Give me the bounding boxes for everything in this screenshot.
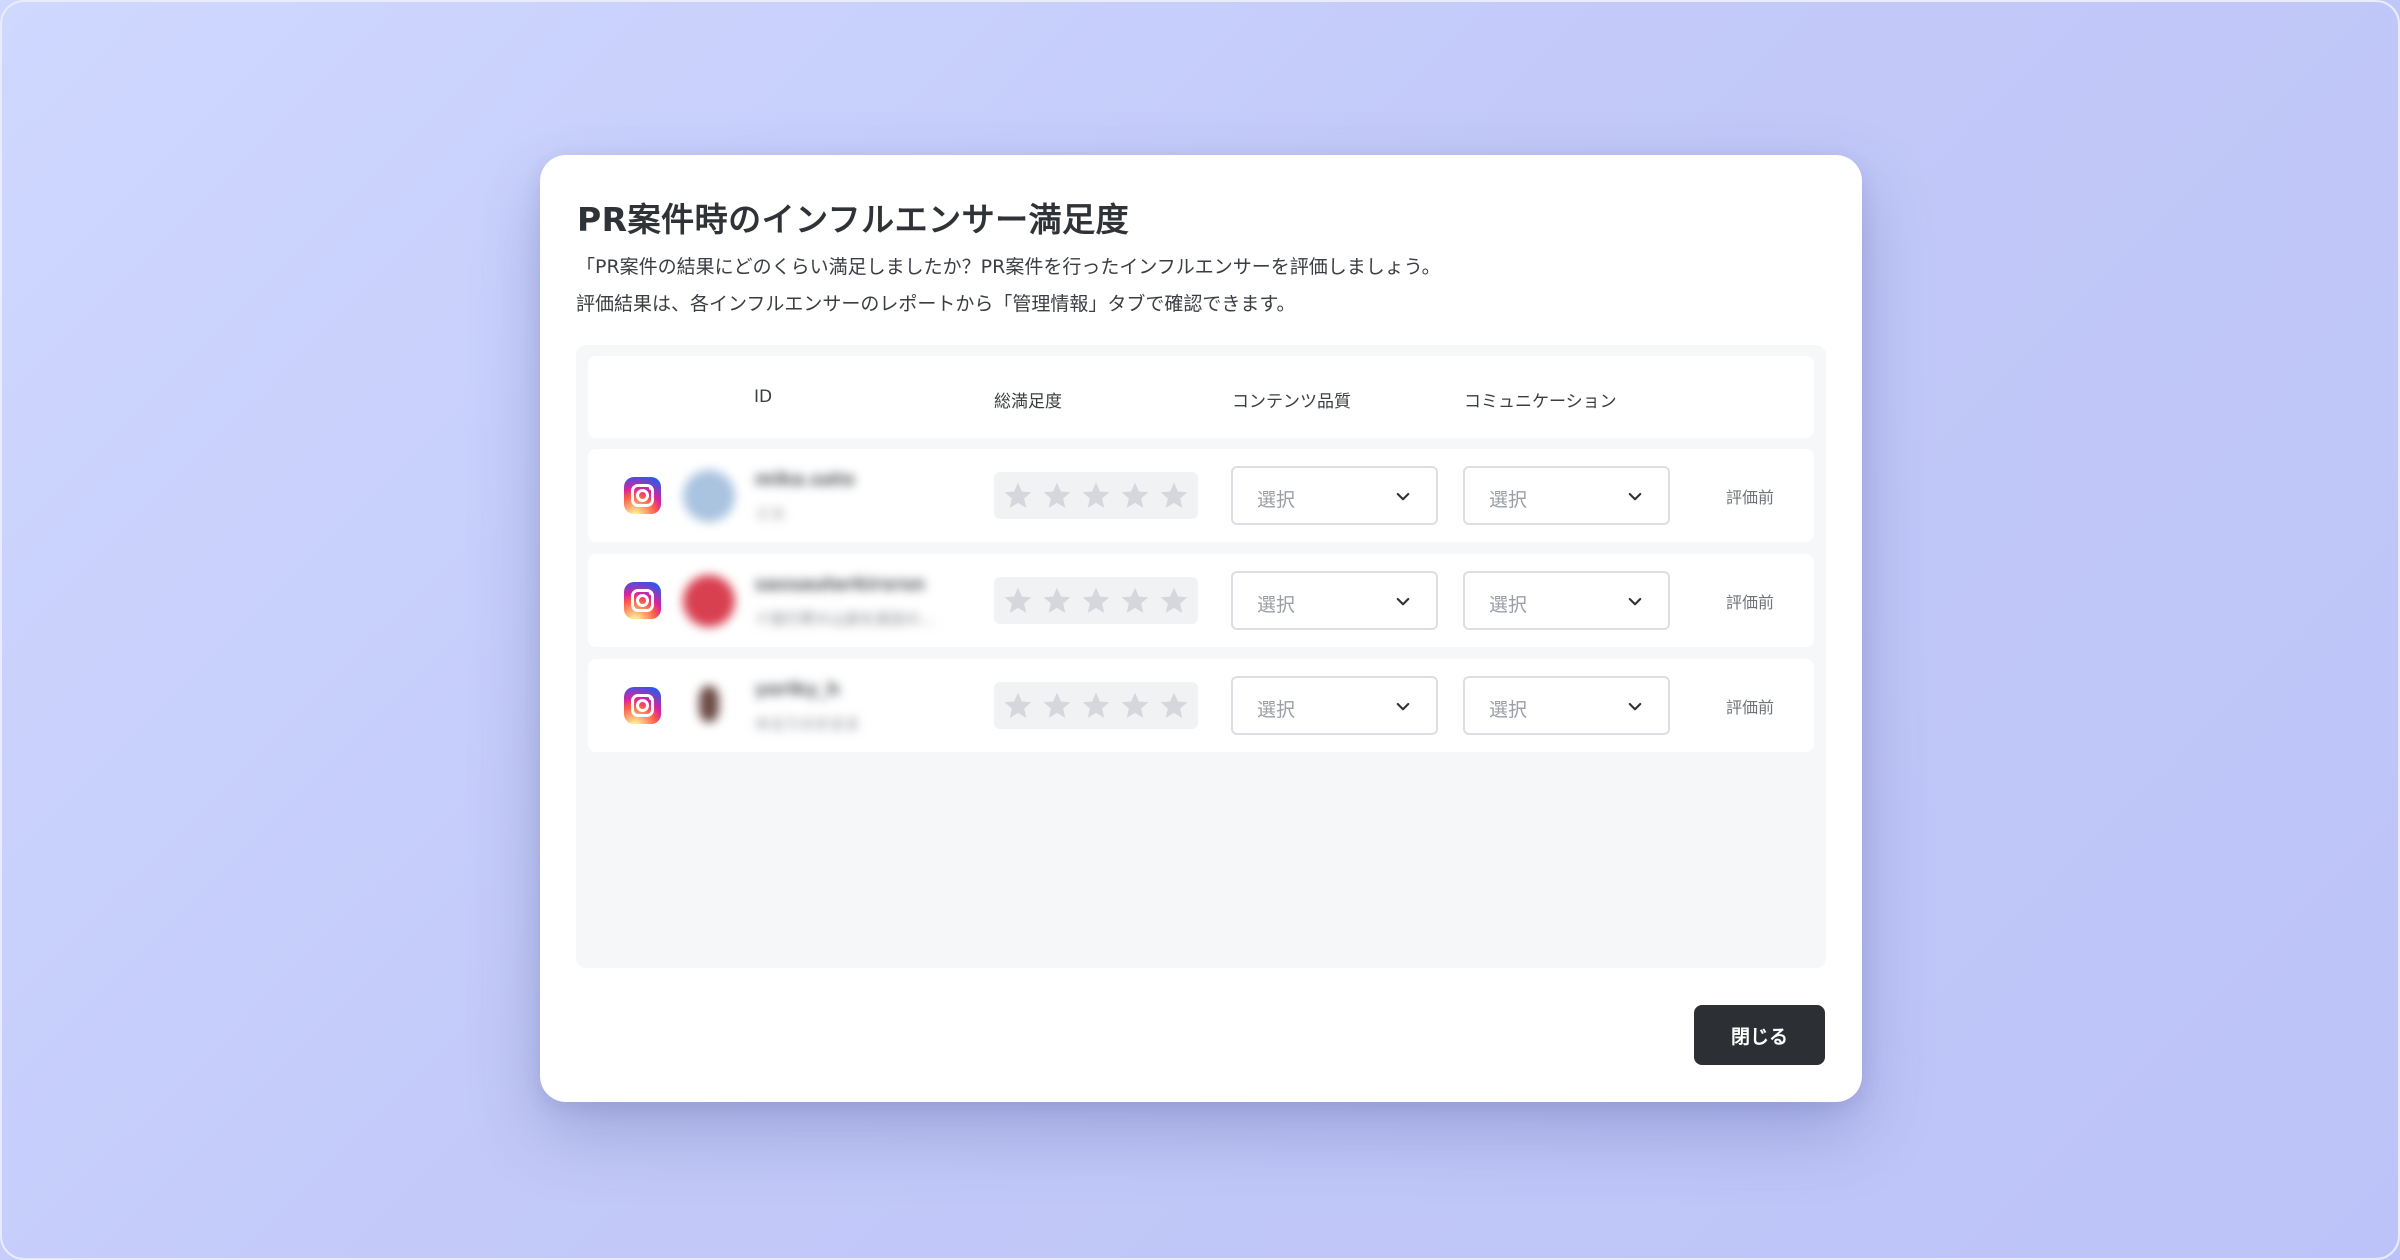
content-quality-select[interactable]: 選択: [1231, 571, 1438, 630]
status-label: 評価前: [1726, 488, 1775, 507]
header-total-satisfaction: 総満足度: [994, 392, 1062, 412]
communication-select[interactable]: 選択: [1463, 571, 1670, 630]
table-row: mika.sato ミカ 選択 選択 評価前: [588, 449, 1814, 542]
modal-description-line2: 評価結果は、各インフルエンサーのレポートから「管理情報」タブで確認できます。: [576, 293, 1296, 315]
influencer-name[interactable]: yoriky_h: [755, 679, 840, 700]
select-placeholder: 選択: [1257, 594, 1296, 616]
influencer-name[interactable]: saxsauterkirsrsn: [755, 574, 925, 595]
avatar: [683, 575, 735, 627]
star-icon[interactable]: [1041, 585, 1073, 617]
chevron-down-icon: [1394, 698, 1412, 716]
avatar: [683, 470, 735, 522]
status-label: 評価前: [1726, 698, 1775, 717]
content-quality-select[interactable]: 選択: [1231, 466, 1438, 525]
header-id: ID: [754, 387, 773, 407]
star-icon[interactable]: [1080, 585, 1112, 617]
communication-select[interactable]: 選択: [1463, 466, 1670, 525]
instagram-icon: [624, 477, 661, 514]
modal-title: PR案件時のインフルエンサー満足度: [577, 200, 1130, 239]
star-icon[interactable]: [1158, 585, 1190, 617]
star-icon[interactable]: [1002, 690, 1034, 722]
star-rating[interactable]: [994, 577, 1198, 624]
star-icon[interactable]: [1119, 690, 1151, 722]
star-icon[interactable]: [1041, 480, 1073, 512]
star-icon[interactable]: [1119, 480, 1151, 512]
chevron-down-icon: [1626, 593, 1644, 611]
table-row: yoriky_h ゆるりのきまま 選択 選択 評価前: [588, 659, 1814, 752]
evaluation-table: ID 総満足度 コンテンツ品質 コミュニケーション mika.sato ミカ 選…: [576, 345, 1826, 968]
table-header: ID 総満足度 コンテンツ品質 コミュニケーション: [588, 356, 1814, 438]
select-placeholder: 選択: [1257, 699, 1296, 721]
chevron-down-icon: [1626, 488, 1644, 506]
status-label: 評価前: [1726, 593, 1775, 612]
chevron-down-icon: [1394, 488, 1412, 506]
star-icon[interactable]: [1002, 480, 1034, 512]
select-placeholder: 選択: [1489, 699, 1528, 721]
star-rating[interactable]: [994, 682, 1198, 729]
close-button[interactable]: 閉じる: [1694, 1005, 1825, 1065]
instagram-icon: [624, 687, 661, 724]
modal-description-line1: 「PR案件の結果にどのくらい満足しましたか？PR案件を行ったインフルエンサーを評…: [576, 256, 1441, 278]
communication-select[interactable]: 選択: [1463, 676, 1670, 735]
select-placeholder: 選択: [1489, 594, 1528, 616]
star-rating[interactable]: [994, 472, 1198, 519]
satisfaction-modal: PR案件時のインフルエンサー満足度 「PR案件の結果にどのくらい満足しましたか？…: [540, 155, 1862, 1102]
header-content-quality: コンテンツ品質: [1232, 392, 1351, 412]
influencer-subtitle: ミカ: [755, 505, 786, 523]
chevron-down-icon: [1394, 593, 1412, 611]
content-quality-select[interactable]: 選択: [1231, 676, 1438, 735]
star-icon[interactable]: [1119, 585, 1151, 617]
star-icon[interactable]: [1002, 585, 1034, 617]
star-icon[interactable]: [1080, 690, 1112, 722]
influencer-subtitle: ナ旅行帯ホ山旅を旅目の...: [755, 610, 935, 628]
influencer-subtitle: ゆるりのきまま: [755, 715, 860, 733]
influencer-name[interactable]: mika.sato: [755, 469, 855, 490]
star-icon[interactable]: [1158, 480, 1190, 512]
star-icon[interactable]: [1041, 690, 1073, 722]
avatar: [683, 680, 735, 732]
star-icon[interactable]: [1080, 480, 1112, 512]
instagram-icon: [624, 582, 661, 619]
select-placeholder: 選択: [1489, 489, 1528, 511]
header-communication: コミュニケーション: [1464, 392, 1617, 412]
table-row: saxsauterkirsrsn ナ旅行帯ホ山旅を旅目の... 選択 選択 評価…: [588, 554, 1814, 647]
select-placeholder: 選択: [1257, 489, 1296, 511]
star-icon[interactable]: [1158, 690, 1190, 722]
chevron-down-icon: [1626, 698, 1644, 716]
